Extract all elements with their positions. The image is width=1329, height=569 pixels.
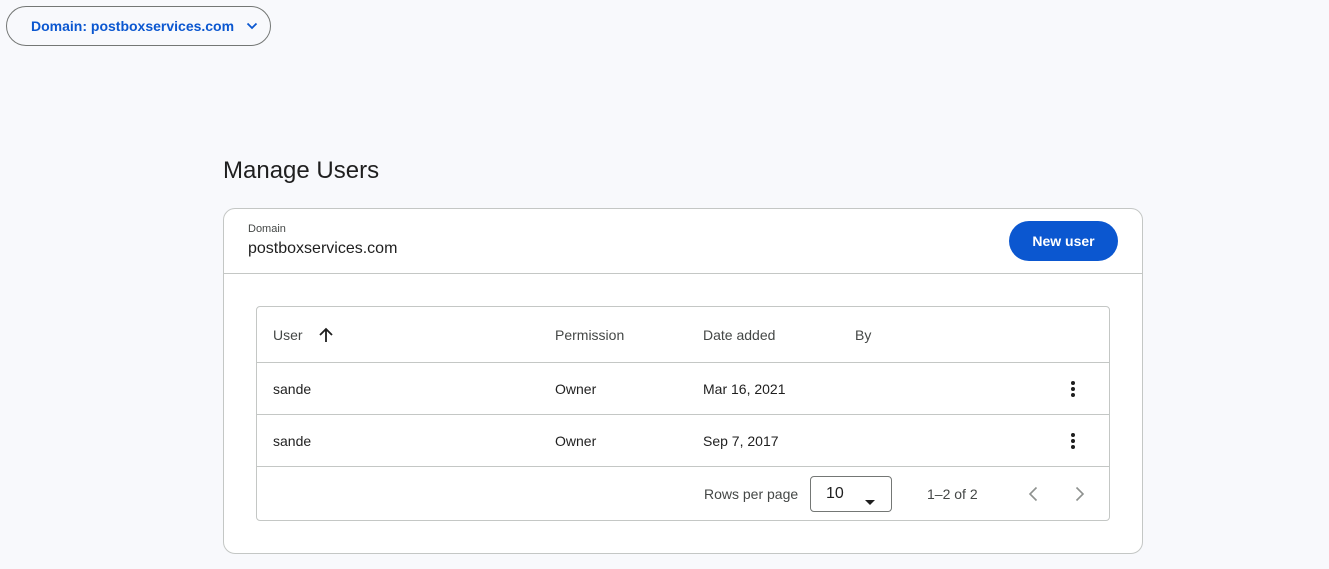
column-header-permission[interactable]: Permission [555,327,624,343]
table-pagination: Rows per page 10 1–2 of 2 [257,467,1109,520]
users-table: User Permission Date added By sande Owne… [256,306,1110,521]
users-card: Domain postboxservices.com New user User… [223,208,1143,554]
column-header-by[interactable]: By [855,327,871,343]
caret-down-icon [865,492,875,510]
more-vert-icon[interactable] [1063,429,1083,453]
more-vert-icon[interactable] [1063,377,1083,401]
permission-cell: Owner [555,380,597,397]
chevron-right-icon[interactable] [1068,482,1092,506]
chevron-left-icon[interactable] [1021,482,1045,506]
card-header: Domain postboxservices.com New user [224,209,1142,274]
domain-selector[interactable]: Domain: postboxservices.com [6,6,271,46]
domain-label: Domain [248,223,286,235]
table-row[interactable]: sande Owner Sep 7, 2017 [257,415,1109,467]
domain-selector-label: Domain: postboxservices.com [31,18,235,34]
column-header-user[interactable]: User [273,327,303,343]
user-cell: sande [273,380,312,397]
column-header-date-added[interactable]: Date added [703,327,775,343]
table-row[interactable]: sande Owner Mar 16, 2021 [257,363,1109,415]
rows-per-page-label: Rows per page [704,485,799,502]
date-added-cell: Sep 7, 2017 [703,432,779,449]
date-added-cell: Mar 16, 2021 [703,380,786,397]
pagination-range: 1–2 of 2 [927,485,978,502]
rows-per-page-select[interactable]: 10 [810,476,892,512]
new-user-button[interactable]: New user [1009,221,1118,261]
domain-value: postboxservices.com [248,240,398,257]
page-title: Manage Users [223,157,380,184]
user-cell: sande [273,432,312,449]
rows-per-page-value: 10 [826,485,844,502]
table-header-row: User Permission Date added By [257,307,1109,363]
chevron-down-icon [246,22,258,30]
arrow-up-icon[interactable] [317,326,335,344]
permission-cell: Owner [555,432,597,449]
